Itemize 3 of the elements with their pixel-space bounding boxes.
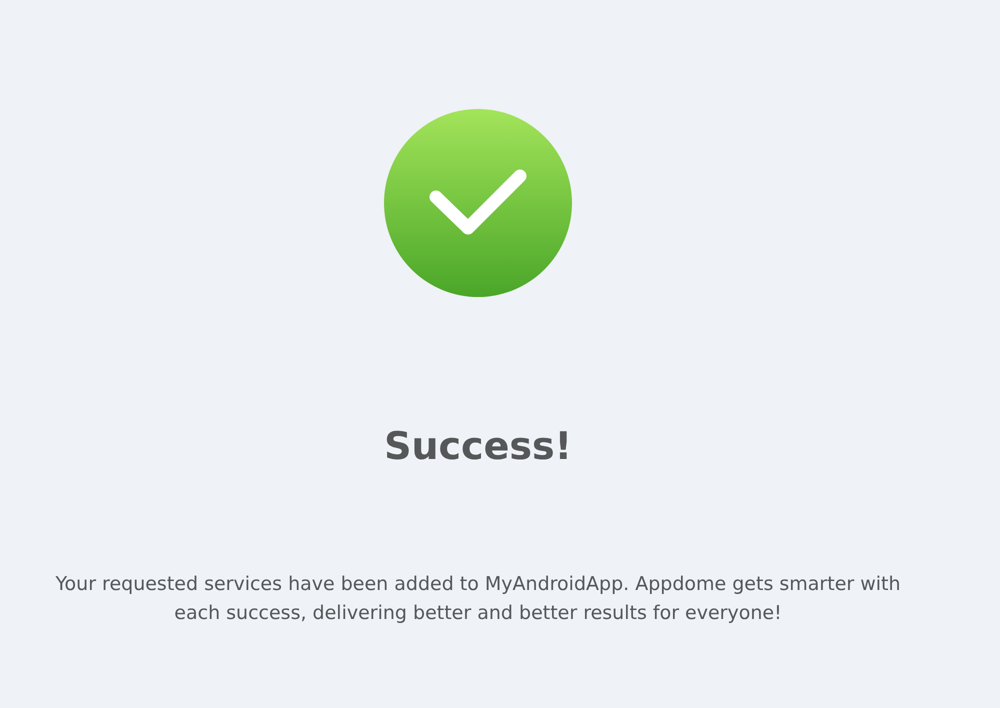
success-message: Your requested services have been added to MyAndroidApp. Appdome gets smarter with each success, delivering better and better results for everyone! bbox=[54, 572, 902, 626]
check-circle-icon bbox=[384, 109, 572, 297]
success-title: Success! bbox=[384, 423, 572, 469]
